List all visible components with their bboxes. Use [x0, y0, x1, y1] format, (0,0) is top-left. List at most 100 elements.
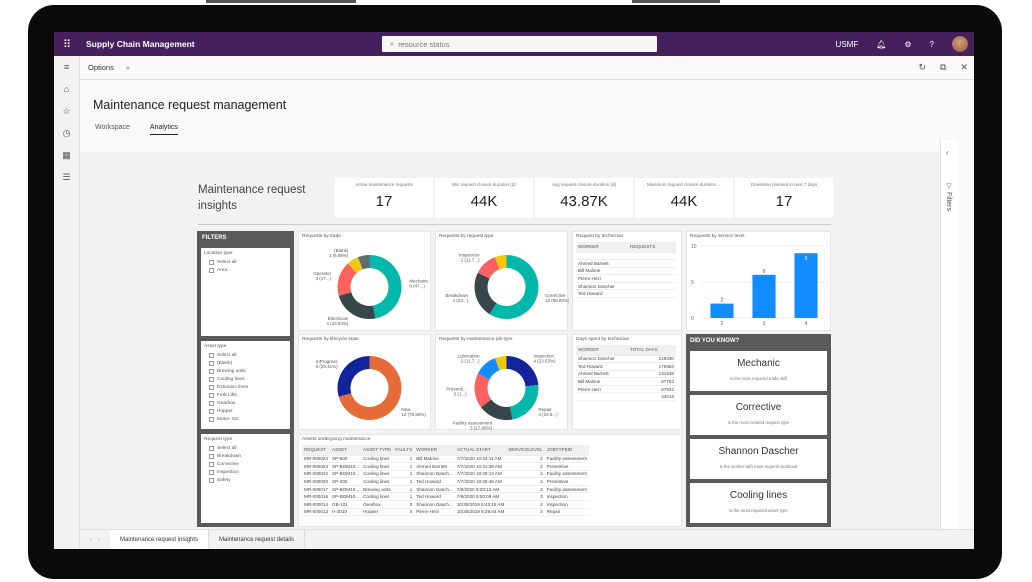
table-row[interactable]: Pierre Hezi 87532 — [576, 385, 676, 394]
settings-icon[interactable]: ⚙ — [904, 40, 911, 49]
refresh-icon[interactable]: ↻ — [918, 62, 926, 73]
table-row[interactable]: Ted Howard — [576, 289, 676, 299]
table-row[interactable]: Ted Howard 175563 — [576, 362, 676, 371]
tab-analytics[interactable]: Analytics — [149, 124, 178, 135]
assets-maintenance-table[interactable]: REQUEST ASSET ASSET TYPE FAULTS WORKER ACTUAL… — [302, 445, 589, 517]
table-row[interactable]: MR-000013 H-3010 Hopper 0 Pierre Hezi 10/30/2… — [302, 508, 589, 517]
tab-workspace[interactable]: Workspace — [95, 124, 130, 135]
chevron-left-icon[interactable]: ‹ — [946, 148, 949, 157]
checkbox[interactable] — [209, 400, 214, 406]
slicer-option[interactable]: Hopper — [209, 407, 290, 415]
column-header[interactable]: TOTAL DAYS — [628, 345, 676, 356]
notification-icon[interactable]: 🔔︎ — [876, 40, 886, 49]
table-row[interactable]: Ahmed Barnett 131549 — [576, 370, 676, 379]
table-row[interactable]: MR-000022 SP-BOM10... Cooling lines 1 Shanno… — [302, 470, 589, 479]
checkbox[interactable] — [209, 477, 214, 483]
slicer-option[interactable]: Area — [209, 266, 290, 274]
checkbox[interactable] — [209, 392, 214, 398]
table-row[interactable]: MR-000020 SP-200 Cooling lines 1 Ted Howard 7… — [302, 477, 589, 486]
checkbox[interactable] — [209, 360, 214, 366]
recent-icon[interactable]: ◷ — [54, 122, 79, 144]
workspaces-icon[interactable]: ▦ — [54, 144, 79, 166]
bar[interactable] — [710, 303, 734, 318]
checkbox[interactable] — [209, 416, 214, 422]
donut-slice[interactable] — [369, 255, 402, 319]
bar[interactable] — [752, 274, 776, 318]
table-row[interactable]: MR-000016 SP-BOM10... Cooling lines 1 Ted Ho… — [302, 492, 589, 502]
table-row[interactable]: 44016 — [576, 392, 676, 402]
checkbox[interactable] — [209, 259, 214, 265]
table-row[interactable]: MR-000024 SP-600 Cooling lines 1 Bill Malone… — [302, 455, 589, 464]
checkbox[interactable] — [209, 267, 214, 273]
table-row[interactable]: MR-000023 SP-BOM10... Cooling lines 1 Ahmed … — [302, 462, 589, 471]
slicer-option[interactable]: Select all — [209, 258, 290, 266]
checkbox[interactable] — [209, 352, 214, 358]
donut-slice[interactable] — [337, 356, 370, 397]
checkbox[interactable] — [209, 376, 214, 382]
column-header[interactable]: WORKER — [576, 345, 628, 356]
slicer-option[interactable]: Brewing units — [209, 367, 290, 375]
search-input[interactable]: ⌕ resource status — [382, 36, 657, 52]
column-header[interactable]: SERVICELEVEL — [506, 445, 545, 456]
column-header[interactable]: WORKER — [414, 445, 455, 456]
column-header[interactable]: ASSET — [330, 445, 362, 456]
close-icon[interactable]: ✕ — [960, 62, 968, 73]
help-icon[interactable]: ? — [930, 40, 934, 49]
checkbox[interactable] — [209, 445, 214, 451]
slicer-option[interactable]: Cooling lines — [209, 375, 290, 383]
donut-slice[interactable] — [474, 272, 497, 315]
slicer-option[interactable]: Extrusion lines — [209, 383, 290, 391]
table-row[interactable]: Bill Malone 87783 — [576, 377, 676, 386]
table-row[interactable]: Shannon Dascher — [576, 282, 676, 291]
checkbox[interactable] — [209, 408, 214, 414]
hamburger-icon[interactable]: ≡ — [54, 56, 79, 78]
table-row[interactable]: Shannon Dascher 219330 — [576, 355, 676, 364]
slicer-option[interactable]: Inspection — [209, 468, 290, 476]
slicer-option[interactable]: Select all — [209, 444, 290, 452]
modules-icon[interactable]: ☰ — [54, 166, 79, 188]
donut-slice[interactable] — [338, 292, 376, 319]
next-page-icon[interactable]: › — [98, 537, 100, 543]
table-row[interactable]: Pierre Hezi — [576, 274, 676, 283]
slicer-option[interactable]: Fork Lifts — [209, 391, 290, 399]
slicer-option[interactable]: Motor- DC — [209, 415, 290, 423]
column-header[interactable]: REQUEST — [302, 445, 331, 456]
favorites-icon[interactable]: ☆ — [54, 100, 79, 122]
column-header[interactable]: FAULTS — [393, 445, 415, 456]
checkbox[interactable] — [209, 384, 214, 390]
column-header[interactable]: JOBTYPEID — [544, 445, 589, 456]
search-icon[interactable]: ⌕ — [126, 63, 130, 73]
location-type-slicer: Location type Select all Area — [201, 248, 290, 336]
options-button[interactable]: Options — [88, 63, 114, 72]
company-selector[interactable]: USMF — [836, 40, 859, 49]
bar[interactable] — [794, 253, 818, 318]
column-header[interactable]: ASSET TYPE — [361, 445, 394, 456]
checkbox[interactable] — [209, 368, 214, 374]
slicer-option[interactable]: (Blank) — [209, 359, 290, 367]
tab-insights[interactable]: Maintenance request insights — [110, 530, 210, 549]
checkbox[interactable] — [209, 453, 214, 459]
table-row[interactable]: Ahmed Barnett — [576, 259, 676, 268]
column-header[interactable]: REQUESTS — [628, 242, 676, 253]
app-launcher-icon[interactable]: ⠿ — [54, 38, 80, 51]
slicer-option[interactable]: Safety — [209, 476, 290, 484]
filters-pane[interactable]: ‹ ▽ Filters — [940, 140, 958, 540]
table-row[interactable]: Bill Malone — [576, 267, 676, 276]
slicer-option[interactable]: Gearbox — [209, 399, 290, 407]
slicer-option[interactable]: Corrective — [209, 460, 290, 468]
home-icon[interactable]: ⌂ — [54, 78, 79, 100]
table-row[interactable] — [576, 252, 676, 261]
slicer-option[interactable]: Select all — [209, 351, 290, 359]
table-row[interactable]: MR-000014 GB-101 Gearbox 0 Shannon Dasch... 1… — [302, 500, 589, 509]
donut-slice[interactable] — [509, 385, 539, 420]
tab-details[interactable]: Maintenance request details — [209, 530, 306, 549]
popout-icon[interactable]: ⧉ — [940, 62, 946, 73]
table-row[interactable]: MR-000017 SP-BOM10... Brewing units 1 Shanno… — [302, 485, 589, 494]
slicer-option[interactable]: Breakdown — [209, 452, 290, 460]
avatar[interactable] — [952, 36, 968, 52]
checkbox[interactable] — [209, 461, 214, 467]
checkbox[interactable] — [209, 469, 214, 475]
column-header[interactable]: WORKER — [576, 242, 628, 253]
prev-page-icon[interactable]: ‹ — [90, 537, 92, 543]
column-header[interactable]: ACTUAL START — [454, 445, 507, 456]
